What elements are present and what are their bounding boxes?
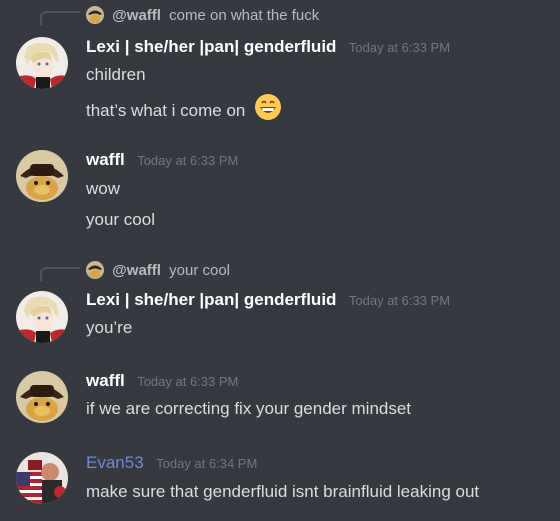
message-header: Lexi | she/her |pan| genderfluid Today a… bbox=[86, 290, 450, 312]
reply-preview[interactable]: @waffl come on what the fuck bbox=[86, 5, 319, 27]
reply-avatar-waffl bbox=[86, 260, 104, 279]
avatar-evan53[interactable] bbox=[16, 452, 68, 504]
reply-preview[interactable]: @waffl your cool bbox=[86, 260, 230, 282]
message-header: Lexi | she/her |pan| genderfluid Today a… bbox=[86, 37, 450, 59]
timestamp: Today at 6:33 PM bbox=[137, 153, 239, 168]
message-text: if we are correcting fix your gender min… bbox=[86, 399, 412, 418]
message-text: your cool bbox=[86, 210, 155, 229]
avatar-waffl[interactable] bbox=[16, 150, 68, 202]
timestamp: Today at 6:34 PM bbox=[156, 456, 258, 471]
username[interactable]: Lexi | she/her |pan| genderfluid bbox=[86, 290, 336, 309]
reply-spine bbox=[40, 267, 80, 281]
username[interactable]: waffl bbox=[86, 150, 125, 169]
message-header: waffl Today at 6:33 PM bbox=[86, 150, 238, 172]
username[interactable]: waffl bbox=[86, 371, 125, 390]
grinning-face-emoji-icon[interactable] bbox=[254, 93, 282, 126]
username[interactable]: Lexi | she/her |pan| genderfluid bbox=[86, 37, 336, 56]
timestamp: Today at 6:33 PM bbox=[348, 293, 451, 308]
message-text: you’re bbox=[86, 318, 133, 337]
username[interactable]: Evan53 bbox=[86, 453, 144, 472]
chat-messages: @waffl come on what the fuck Lexi | she/… bbox=[0, 0, 560, 521]
reply-username[interactable]: @waffl bbox=[112, 262, 161, 279]
message-header: waffl Today at 6:33 PM bbox=[86, 371, 238, 393]
reply-username[interactable]: @waffl bbox=[112, 7, 161, 24]
avatar-lexi[interactable] bbox=[16, 37, 68, 89]
message-text: children bbox=[86, 65, 146, 84]
reply-text[interactable]: your cool bbox=[169, 262, 230, 279]
reply-avatar-waffl bbox=[86, 5, 104, 24]
timestamp: Today at 6:33 PM bbox=[348, 40, 451, 55]
reply-spine bbox=[40, 11, 80, 25]
avatar-lexi[interactable] bbox=[16, 291, 68, 343]
message-text: that’s what i come on bbox=[86, 100, 246, 120]
reply-text[interactable]: come on what the fuck bbox=[169, 7, 319, 24]
message-text: wow bbox=[86, 179, 121, 198]
message-text: make sure that genderfluid isnt brainflu… bbox=[86, 482, 480, 501]
avatar-waffl[interactable] bbox=[16, 371, 68, 423]
timestamp: Today at 6:33 PM bbox=[137, 374, 239, 389]
message-header: Evan53 Today at 6:34 PM bbox=[86, 453, 257, 475]
message-text-with-emoji: that’s what i come on bbox=[86, 94, 282, 126]
